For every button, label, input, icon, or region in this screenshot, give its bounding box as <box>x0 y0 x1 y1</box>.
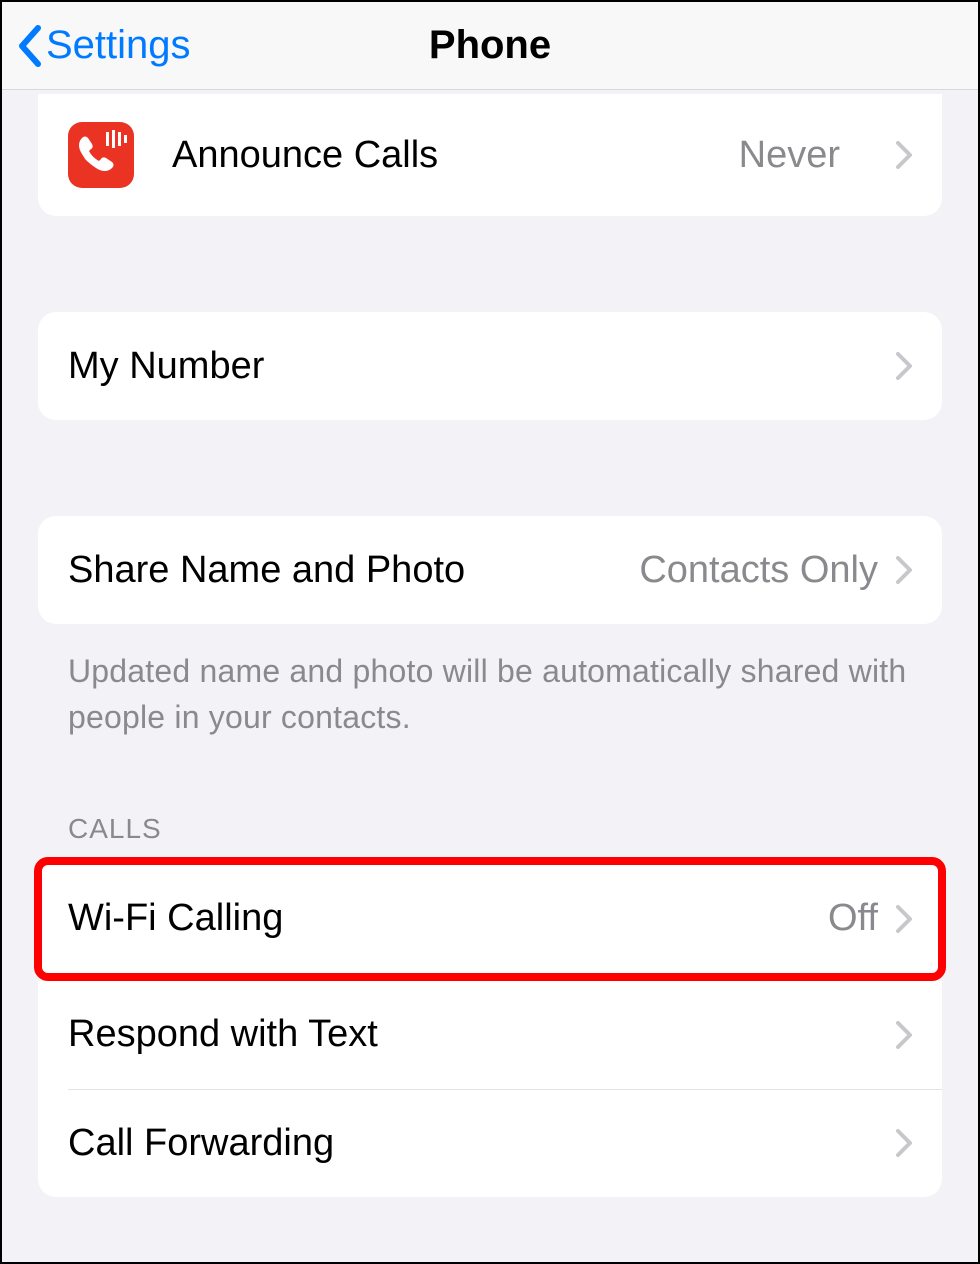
row-value: Never <box>739 134 840 177</box>
row-label: Wi-Fi Calling <box>68 897 828 940</box>
chevron-right-icon <box>896 1129 912 1157</box>
row-call-forwarding[interactable]: Call Forwarding <box>68 1089 942 1197</box>
section-announce: Announce Calls Never <box>38 94 942 216</box>
highlight-wifi-calling: Wi-Fi Calling Off <box>34 857 946 981</box>
row-label: Call Forwarding <box>68 1122 896 1165</box>
row-label: Respond with Text <box>68 1013 896 1056</box>
back-label: Settings <box>46 23 191 68</box>
section-header-calls: CALLS <box>38 813 942 857</box>
row-value: Contacts Only <box>639 549 878 592</box>
row-respond-with-text[interactable]: Respond with Text <box>38 981 942 1089</box>
row-share-name-photo[interactable]: Share Name and Photo Contacts Only <box>38 516 942 624</box>
chevron-right-icon <box>896 141 912 169</box>
chevron-right-icon <box>896 905 912 933</box>
section-mynumber: My Number <box>38 312 942 420</box>
section-calls: Respond with Text Call Forwarding <box>38 981 942 1197</box>
announce-icon <box>68 122 134 188</box>
row-label: Share Name and Photo <box>68 549 639 592</box>
row-label: Announce Calls <box>172 134 701 177</box>
chevron-right-icon <box>896 1021 912 1049</box>
row-wifi-calling[interactable]: Wi-Fi Calling Off <box>42 865 938 973</box>
row-value: Off <box>828 897 878 940</box>
section-sharename: Share Name and Photo Contacts Only <box>38 516 942 624</box>
chevron-left-icon <box>16 24 42 68</box>
section-footer-text: Updated name and photo will be automatic… <box>38 624 942 741</box>
row-my-number[interactable]: My Number <box>38 312 942 420</box>
page-title: Phone <box>429 23 551 68</box>
navigation-header: Settings Phone <box>2 2 978 90</box>
row-announce-calls[interactable]: Announce Calls Never <box>38 94 942 216</box>
back-button[interactable]: Settings <box>16 23 191 68</box>
chevron-right-icon <box>896 556 912 584</box>
chevron-right-icon <box>896 352 912 380</box>
row-label: My Number <box>68 345 896 388</box>
